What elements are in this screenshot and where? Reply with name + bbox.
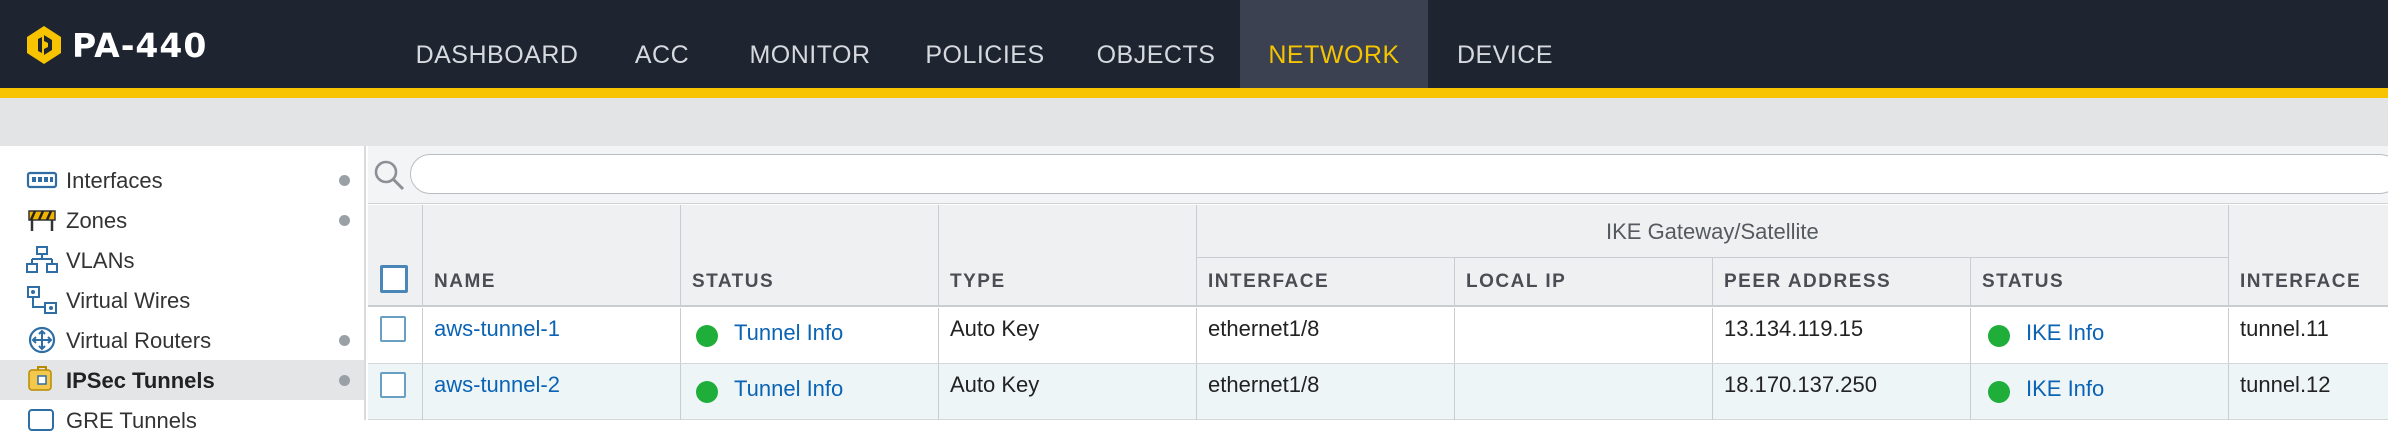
sidebar-item-vlans[interactable]: VLANs xyxy=(0,240,364,280)
tunnel-name-link[interactable]: aws-tunnel-1 xyxy=(434,316,560,342)
column-header-name[interactable]: NAME xyxy=(434,271,496,293)
status-dot xyxy=(339,335,350,346)
sidebar-item-label: VLANs xyxy=(66,248,135,273)
column-divider xyxy=(2228,308,2229,363)
tab-policies[interactable]: POLICIES xyxy=(912,0,1058,88)
sidebar: Interfaces Zones VLANs Virtual Wires Vir… xyxy=(0,146,366,433)
virtual-wires-icon xyxy=(27,286,57,314)
sidebar-item-label: Zones xyxy=(66,208,128,233)
vlans-icon xyxy=(26,246,58,273)
select-all-checkbox[interactable] xyxy=(380,265,408,293)
status-dot xyxy=(339,215,350,226)
sidebar-item-zones[interactable]: Zones xyxy=(0,200,364,240)
paloalto-logo-icon xyxy=(27,26,61,64)
column-divider xyxy=(422,364,423,420)
peer-address: 13.134.119.15 xyxy=(1724,316,1864,341)
column-divider xyxy=(1454,308,1455,363)
status-dot xyxy=(339,375,350,386)
row-checkbox[interactable] xyxy=(380,316,406,342)
column-header-type[interactable]: TYPE xyxy=(950,271,1006,293)
column-divider xyxy=(1712,364,1713,420)
sidebar-item-label: GRE Tunnels xyxy=(66,408,197,433)
column-divider xyxy=(1454,257,1455,305)
column-divider xyxy=(1712,257,1713,305)
table-row[interactable]: aws-tunnel-1 Tunnel Info Auto Key ethern… xyxy=(368,308,2388,364)
sidebar-item-virtual-routers[interactable]: Virtual Routers xyxy=(0,320,364,360)
sidebar-item-label: IPSec Tunnels xyxy=(66,368,215,393)
column-divider xyxy=(1196,205,1197,305)
status-up-icon xyxy=(696,381,718,403)
column-header-peer-address[interactable]: PEER ADDRESS xyxy=(1724,271,1891,293)
tunnel-interface: tunnel.11 xyxy=(2240,316,2329,341)
tab-monitor[interactable]: MONITOR xyxy=(730,0,890,88)
logo: PA-440 xyxy=(24,25,208,65)
device-name: PA-440 xyxy=(72,25,208,65)
interfaces-icon xyxy=(26,171,58,189)
sidebar-item-interfaces[interactable]: Interfaces xyxy=(0,160,364,200)
column-divider xyxy=(1196,308,1197,363)
tunnel-interface: tunnel.12 xyxy=(2240,372,2331,397)
virtual-routers-icon xyxy=(28,326,56,354)
column-divider xyxy=(938,364,939,420)
sidebar-item-label: Interfaces xyxy=(66,168,163,193)
gateway-interface: ethernet1/8 xyxy=(1208,372,1320,397)
column-divider xyxy=(1970,257,1971,305)
status-dot xyxy=(339,175,350,186)
status-up-icon xyxy=(696,325,718,347)
tab-objects[interactable]: OBJECTS xyxy=(1086,0,1226,88)
ike-info-link[interactable]: IKE Info xyxy=(2026,376,2104,402)
column-header-local-ip[interactable]: LOCAL IP xyxy=(1466,271,1566,293)
column-header-status[interactable]: STATUS xyxy=(692,271,774,293)
zones-icon xyxy=(28,210,56,231)
column-header-interface[interactable]: INTERFACE xyxy=(1208,271,1329,293)
column-divider xyxy=(1970,364,1971,420)
tunnel-info-link[interactable]: Tunnel Info xyxy=(734,320,843,346)
table-header: IKE Gateway/Satellite NAME STATUS TYPE I… xyxy=(368,205,2388,307)
row-checkbox[interactable] xyxy=(380,372,406,398)
tab-acc[interactable]: ACC xyxy=(614,0,710,88)
sub-toolbar xyxy=(0,98,2388,146)
sidebar-item-label: Virtual Wires xyxy=(66,288,191,313)
accent-stripe xyxy=(0,88,2388,98)
sidebar-item-virtual-wires[interactable]: Virtual Wires xyxy=(0,280,364,320)
tab-dashboard[interactable]: DASHBOARD xyxy=(390,0,604,88)
sidebar-item-gre-tunnels[interactable]: GRE Tunnels xyxy=(0,400,364,440)
peer-address: 18.170.137.250 xyxy=(1724,372,1877,397)
column-divider xyxy=(680,205,681,305)
column-divider xyxy=(422,308,423,363)
tunnel-type: Auto Key xyxy=(950,316,1040,341)
column-divider xyxy=(1970,308,1971,363)
ike-info-link[interactable]: IKE Info xyxy=(2026,320,2104,346)
column-divider xyxy=(938,205,939,305)
ipsec-tunnels-icon xyxy=(28,366,52,391)
search-icon[interactable] xyxy=(372,158,406,192)
status-up-icon xyxy=(1988,381,2010,403)
top-bar: PA-440 DASHBOARD ACC MONITOR POLICIES OB… xyxy=(0,0,2388,88)
column-divider xyxy=(2228,364,2229,420)
search-input[interactable] xyxy=(410,154,2388,194)
tunnel-name-link[interactable]: aws-tunnel-2 xyxy=(434,372,560,398)
tunnel-info-link[interactable]: Tunnel Info xyxy=(734,376,843,402)
column-divider xyxy=(680,308,681,363)
tab-device[interactable]: DEVICE xyxy=(1440,0,1570,88)
gre-tunnels-icon xyxy=(28,409,54,431)
gateway-interface: ethernet1/8 xyxy=(1208,316,1320,341)
column-divider xyxy=(1196,364,1197,420)
ike-gateway-group-header: IKE Gateway/Satellite xyxy=(1606,219,1819,244)
sidebar-item-ipsec-tunnels[interactable]: IPSec Tunnels xyxy=(0,360,364,400)
group-divider xyxy=(1196,257,2228,258)
table-row[interactable]: aws-tunnel-2 Tunnel Info Auto Key ethern… xyxy=(368,364,2388,420)
tab-network[interactable]: NETWORK xyxy=(1240,0,1428,88)
column-divider xyxy=(680,364,681,420)
column-divider xyxy=(938,308,939,363)
tunnel-type: Auto Key xyxy=(950,372,1040,397)
status-up-icon xyxy=(1988,325,2010,347)
column-divider xyxy=(422,205,423,305)
column-header-tunnel-interface[interactable]: INTERFACE xyxy=(2240,271,2361,293)
column-divider xyxy=(1454,364,1455,420)
sidebar-item-label: Virtual Routers xyxy=(66,328,212,353)
column-divider xyxy=(2228,205,2229,305)
column-divider xyxy=(1712,308,1713,363)
column-header-ike-status[interactable]: STATUS xyxy=(1982,271,2064,293)
